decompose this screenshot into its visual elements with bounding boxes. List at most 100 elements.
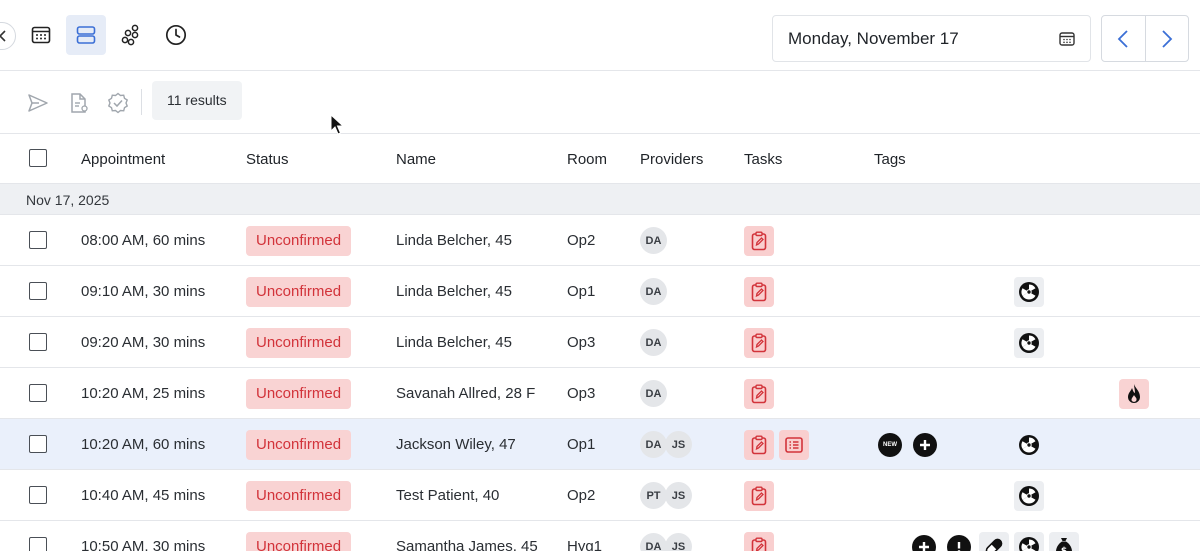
calendar-view-button[interactable] bbox=[21, 15, 61, 55]
room: Op3 bbox=[567, 385, 596, 402]
provider-avatar[interactable]: DA bbox=[640, 227, 667, 254]
room: Op3 bbox=[567, 334, 596, 351]
row-checkbox[interactable] bbox=[29, 231, 47, 249]
status-badge[interactable]: Unconfirmed bbox=[246, 481, 352, 511]
task-clipboard-button[interactable] bbox=[744, 430, 774, 460]
toolbar-divider bbox=[141, 89, 142, 115]
column-header-name[interactable]: Name bbox=[396, 151, 436, 168]
row-checkbox[interactable] bbox=[29, 333, 47, 351]
column-header-tags[interactable]: Tags bbox=[874, 151, 906, 168]
pill-icon bbox=[985, 538, 1003, 551]
clipboard-icon bbox=[751, 384, 767, 404]
pill-tag[interactable] bbox=[979, 532, 1009, 551]
task-form-button[interactable] bbox=[779, 430, 809, 460]
next-day-button[interactable] bbox=[1144, 16, 1188, 61]
patient-name[interactable]: Test Patient, 40 bbox=[396, 487, 499, 504]
patient-name[interactable]: Jackson Wiley, 47 bbox=[396, 436, 516, 453]
row-checkbox[interactable] bbox=[29, 537, 47, 551]
provider-avatar[interactable]: DA bbox=[640, 431, 667, 458]
appointment-time: 10:20 AM, 60 mins bbox=[81, 436, 206, 453]
chevron-left-icon bbox=[0, 30, 6, 42]
radiation-tag[interactable] bbox=[1014, 532, 1044, 551]
radiation-tag[interactable] bbox=[1014, 277, 1044, 307]
task-clipboard-button[interactable] bbox=[744, 277, 774, 307]
radiation-tag[interactable] bbox=[1014, 430, 1044, 460]
list-view-button[interactable] bbox=[66, 15, 106, 55]
money-bag-tag[interactable]: $ bbox=[1049, 532, 1079, 551]
appointment-time: 10:50 AM, 30 mins bbox=[81, 538, 206, 551]
provider-avatar[interactable]: DA bbox=[640, 278, 667, 305]
row-checkbox[interactable] bbox=[29, 384, 47, 402]
clipboard-icon bbox=[751, 282, 767, 302]
table-row[interactable]: 10:20 AM, 60 mins Unconfirmed Jackson Wi… bbox=[0, 419, 1200, 470]
date-picker[interactable]: Monday, November 17 bbox=[772, 15, 1091, 62]
select-all-checkbox[interactable] bbox=[29, 149, 47, 167]
provider-avatar[interactable]: DA bbox=[640, 329, 667, 356]
column-header-appointment[interactable]: Appointment bbox=[81, 151, 165, 168]
radiation-icon bbox=[1019, 282, 1039, 302]
status-badge[interactable]: Unconfirmed bbox=[246, 379, 352, 409]
status-badge[interactable]: Unconfirmed bbox=[246, 328, 352, 358]
status-badge[interactable]: Unconfirmed bbox=[246, 532, 352, 551]
collapse-sidebar-button[interactable] bbox=[0, 22, 16, 50]
patient-name[interactable]: Savanah Allred, 28 F bbox=[396, 385, 535, 402]
clipboard-icon bbox=[751, 486, 767, 506]
room: Op2 bbox=[567, 232, 596, 249]
clock-icon bbox=[165, 24, 187, 46]
exclamation-icon bbox=[957, 542, 961, 551]
task-clipboard-button[interactable] bbox=[744, 226, 774, 256]
row-checkbox[interactable] bbox=[29, 435, 47, 453]
previous-day-button[interactable] bbox=[1102, 16, 1145, 61]
row-checkbox[interactable] bbox=[29, 282, 47, 300]
confirm-button[interactable] bbox=[106, 91, 130, 115]
task-clipboard-button[interactable] bbox=[744, 328, 774, 358]
clipboard-icon bbox=[751, 333, 767, 353]
radiation-icon bbox=[1019, 486, 1039, 506]
send-icon bbox=[28, 94, 48, 112]
radiation-tag[interactable] bbox=[1014, 481, 1044, 511]
patient-name[interactable]: Linda Belcher, 45 bbox=[396, 334, 512, 351]
send-button[interactable] bbox=[26, 91, 50, 115]
status-badge[interactable]: Unconfirmed bbox=[246, 226, 352, 256]
history-view-button[interactable] bbox=[156, 15, 196, 55]
task-clipboard-button[interactable] bbox=[744, 379, 774, 409]
clipboard-icon bbox=[751, 537, 767, 551]
provider-avatar[interactable]: JS bbox=[665, 431, 692, 458]
plus-circle-icon[interactable] bbox=[912, 535, 936, 551]
provider-avatar[interactable]: DA bbox=[640, 533, 667, 551]
provider-avatar[interactable]: JS bbox=[665, 482, 692, 509]
provider-avatar[interactable]: JS bbox=[665, 533, 692, 551]
table-row[interactable]: 08:00 AM, 60 mins Unconfirmed Linda Belc… bbox=[0, 215, 1200, 266]
status-badge[interactable]: Unconfirmed bbox=[246, 277, 352, 307]
table-row[interactable]: 09:20 AM, 30 mins Unconfirmed Linda Belc… bbox=[0, 317, 1200, 368]
task-clipboard-button[interactable] bbox=[744, 481, 774, 511]
table-row[interactable]: 10:50 AM, 30 mins Unconfirmed Samantha J… bbox=[0, 521, 1200, 551]
table-row[interactable]: 10:20 AM, 25 mins Unconfirmed Savanah Al… bbox=[0, 368, 1200, 419]
provider-avatar[interactable]: DA bbox=[640, 380, 667, 407]
task-clipboard-button[interactable] bbox=[744, 532, 774, 551]
patient-name[interactable]: Samantha James, 45 bbox=[396, 538, 538, 551]
row-checkbox[interactable] bbox=[29, 486, 47, 504]
table-row[interactable]: 09:10 AM, 30 mins Unconfirmed Linda Belc… bbox=[0, 266, 1200, 317]
patient-name[interactable]: Linda Belcher, 45 bbox=[396, 283, 512, 300]
appointment-time: 09:20 AM, 30 mins bbox=[81, 334, 206, 351]
column-header-tasks[interactable]: Tasks bbox=[744, 151, 782, 168]
column-header-room[interactable]: Room bbox=[567, 151, 607, 168]
patient-name[interactable]: Linda Belcher, 45 bbox=[396, 232, 512, 249]
table-row[interactable]: 10:40 AM, 45 mins Unconfirmed Test Patie… bbox=[0, 470, 1200, 521]
column-header-providers[interactable]: Providers bbox=[640, 151, 703, 168]
bulk-action-bar: 11 results bbox=[0, 71, 1200, 134]
plus-circle-icon[interactable] bbox=[913, 433, 937, 457]
document-button[interactable] bbox=[67, 91, 91, 115]
calendar-icon bbox=[1059, 32, 1075, 46]
new-badge-icon[interactable]: NEW bbox=[878, 433, 902, 457]
clipboard-icon bbox=[751, 435, 767, 455]
alert-circle-icon[interactable] bbox=[947, 535, 971, 551]
status-badge[interactable]: Unconfirmed bbox=[246, 430, 352, 460]
provider-avatar[interactable]: PT bbox=[640, 482, 667, 509]
flame-tag[interactable] bbox=[1119, 379, 1149, 409]
radiation-tag[interactable] bbox=[1014, 328, 1044, 358]
group-view-button[interactable] bbox=[111, 15, 151, 55]
appointment-time: 10:20 AM, 25 mins bbox=[81, 385, 206, 402]
column-header-status[interactable]: Status bbox=[246, 151, 289, 168]
